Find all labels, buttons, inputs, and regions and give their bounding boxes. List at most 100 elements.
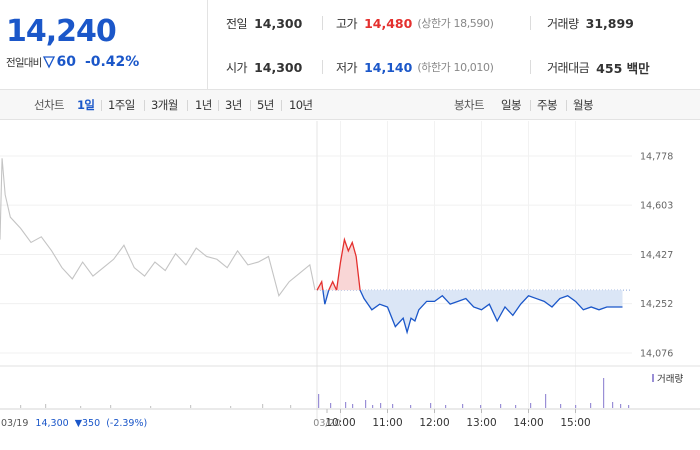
volume-bar	[480, 405, 482, 408]
candle-chart-label: 봉차트	[454, 98, 485, 112]
divider	[530, 60, 531, 74]
volume-bar	[462, 404, 464, 408]
stat-value: 14,300	[254, 59, 303, 75]
candle-monthly[interactable]: 월봉	[573, 97, 594, 113]
volume-bar	[352, 404, 354, 408]
stats-grid: 전일 14,300 고가 14,480 (상한가 18,590) 거래량 31,…	[209, 0, 700, 90]
volume-bar	[445, 405, 447, 408]
price-chart[interactable]: 14,778 14,603 14,427 14,252 14,076 03/20 10:00…	[0, 121, 700, 450]
chart-toolbar: 선차트 1일 1주일 3개월 1년 3년 5년 10년 봉차트 일봉 주봉 월봉	[0, 90, 700, 120]
divider	[281, 100, 282, 111]
prev-day-info: 03/19 14,300 ▼350 (-2.39%)	[1, 418, 147, 429]
stat-value: 14,480	[364, 15, 413, 31]
volume-bar	[150, 406, 152, 408]
y-tick-label: 14,778	[640, 152, 673, 163]
stat-label: 시가	[226, 60, 248, 75]
volume-bar	[330, 403, 332, 408]
volume-bar	[262, 404, 264, 408]
change-row: 전일대비 60 -0.42%	[6, 54, 139, 70]
change-rate: -0.42%	[84, 54, 140, 70]
volume-bar	[380, 403, 382, 408]
chart-canvas[interactable]: 14,77814,60314,42714,25214,07603/2010:00…	[0, 121, 700, 450]
x-tick-label: 10:00	[325, 417, 355, 429]
volume-bar	[80, 406, 82, 408]
upper-limit: (상한가 18,590)	[417, 17, 494, 30]
y-tick-label: 14,603	[640, 201, 673, 212]
volume-bar	[500, 404, 502, 408]
stat-value: 455 백만	[596, 60, 650, 76]
stat-label: 고가	[336, 16, 358, 31]
volume-layer	[20, 378, 630, 408]
y-tick-label: 14,076	[640, 349, 673, 360]
volume-bar	[318, 394, 320, 408]
volume-bar	[345, 402, 347, 408]
stat-open: 시가 14,300	[226, 57, 302, 77]
stat-low: 저가 14,140 (하한가 10,010)	[336, 57, 494, 77]
period-1y[interactable]: 1년	[195, 97, 212, 113]
stat-high: 고가 14,480 (상한가 18,590)	[336, 13, 494, 33]
x-tick-label: 13:00	[466, 417, 496, 429]
volume-bar	[612, 402, 614, 408]
volume-bar	[110, 405, 112, 408]
stat-value: 14,300	[254, 15, 303, 31]
change-label: 전일대비	[6, 56, 42, 69]
volume-bar	[45, 404, 47, 408]
price-box: 14,240 전일대비 60 -0.42%	[0, 0, 208, 90]
volume-bar	[603, 378, 605, 408]
area-layer	[317, 239, 623, 333]
period-3m[interactable]: 3개월	[151, 97, 178, 113]
period-1w[interactable]: 1주일	[108, 97, 135, 113]
volume-bar	[530, 403, 532, 408]
prev-day-rate: (-2.39%)	[106, 418, 147, 429]
candle-weekly[interactable]: 주봉	[537, 97, 558, 113]
stat-value: 31,899	[585, 15, 634, 31]
divider	[144, 100, 145, 111]
prev-day-close: 14,300	[35, 418, 68, 429]
period-10y[interactable]: 10년	[289, 97, 313, 113]
volume-bar	[190, 405, 192, 408]
stat-prev-close: 전일 14,300	[226, 13, 302, 33]
volume-legend-label: 거래량	[657, 373, 683, 385]
stat-trade-value: 거래대금 455 백만	[547, 57, 650, 77]
x-tick-label: 14:00	[513, 417, 543, 429]
period-1d[interactable]: 1일	[77, 97, 95, 113]
volume-bar	[560, 404, 562, 408]
current-price: 14,240	[6, 14, 117, 49]
divider	[530, 100, 531, 111]
prev-day-date: 03/19	[1, 418, 28, 429]
period-5y[interactable]: 5년	[257, 97, 274, 113]
volume-bar	[230, 406, 232, 408]
period-3y[interactable]: 3년	[225, 97, 242, 113]
stat-label: 전일	[226, 16, 248, 31]
y-tick-label: 14,427	[640, 250, 673, 261]
volume-legend-swatch	[652, 374, 654, 382]
divider	[250, 100, 251, 111]
stat-label: 저가	[336, 60, 358, 75]
x-tick-label: 11:00	[372, 417, 402, 429]
volume-bar	[590, 403, 592, 408]
down-area	[360, 290, 623, 333]
x-tick-label: 15:00	[560, 417, 590, 429]
volume-bar	[290, 405, 292, 408]
x-tick-label: 12:00	[419, 417, 449, 429]
line-layer	[0, 158, 623, 335]
prev-day-change: ▼350	[75, 418, 100, 429]
line-chart-label: 선차트	[34, 98, 65, 112]
divider	[530, 16, 531, 30]
volume-bar	[20, 405, 22, 408]
volume-bar	[575, 405, 577, 408]
stat-label: 거래대금	[547, 60, 590, 75]
volume-bar	[365, 400, 367, 408]
volume-bar	[628, 405, 630, 408]
divider	[187, 100, 188, 111]
volume-bar	[430, 403, 432, 408]
volume-bar	[545, 394, 547, 408]
candle-daily[interactable]: 일봉	[501, 97, 522, 113]
divider	[101, 100, 102, 111]
change-amount: 60	[56, 54, 76, 70]
divider	[566, 100, 567, 111]
volume-bar	[372, 405, 374, 408]
stat-label: 거래량	[547, 16, 579, 31]
y-tick-label: 14,252	[640, 299, 673, 310]
volume-bar	[515, 405, 517, 408]
